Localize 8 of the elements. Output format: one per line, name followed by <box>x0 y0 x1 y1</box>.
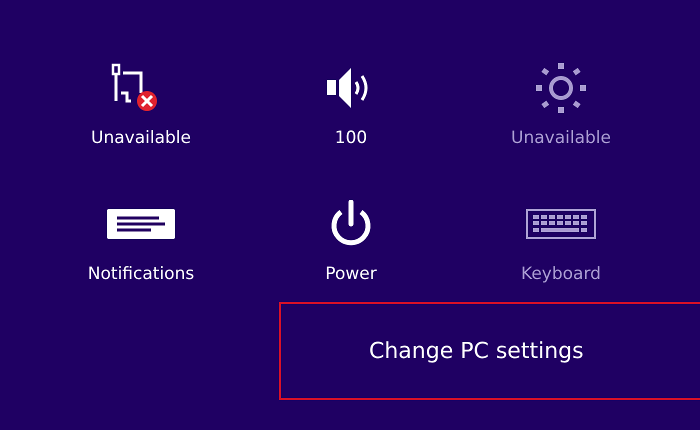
brightness-icon <box>535 62 587 114</box>
quick-setting-tile[interactable]: Unavailable <box>36 38 246 148</box>
message-icon <box>107 209 175 239</box>
quick-setting-tile[interactable]: 100 <box>246 38 456 148</box>
change-pc-settings-link[interactable]: Change PC settings <box>279 302 700 400</box>
quick-setting-tile[interactable]: Power <box>246 174 456 284</box>
quick-setting-tile[interactable]: Notifications <box>36 174 246 284</box>
keyboard-icon <box>526 209 596 239</box>
